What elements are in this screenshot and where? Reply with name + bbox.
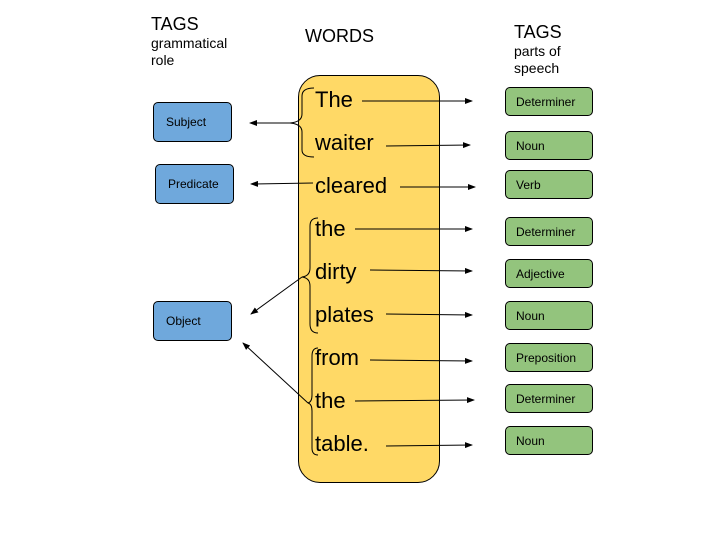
brace-object-np bbox=[301, 217, 319, 334]
arrow-from-preposition bbox=[369, 357, 473, 364]
arrow-predicate bbox=[250, 180, 314, 187]
arrow-plates-noun bbox=[385, 311, 473, 318]
arrow-waiter-noun bbox=[385, 142, 471, 149]
arrow-object-pp bbox=[242, 342, 309, 404]
connector-layer bbox=[242, 87, 476, 456]
arrow-table-noun bbox=[385, 442, 473, 449]
arrow-dirty-adjective bbox=[369, 267, 473, 274]
brace-subject bbox=[289, 87, 315, 158]
arrow-object-np bbox=[250, 276, 303, 315]
brace-object-pp bbox=[307, 347, 319, 456]
arrow-the-determiner-3 bbox=[354, 397, 475, 404]
